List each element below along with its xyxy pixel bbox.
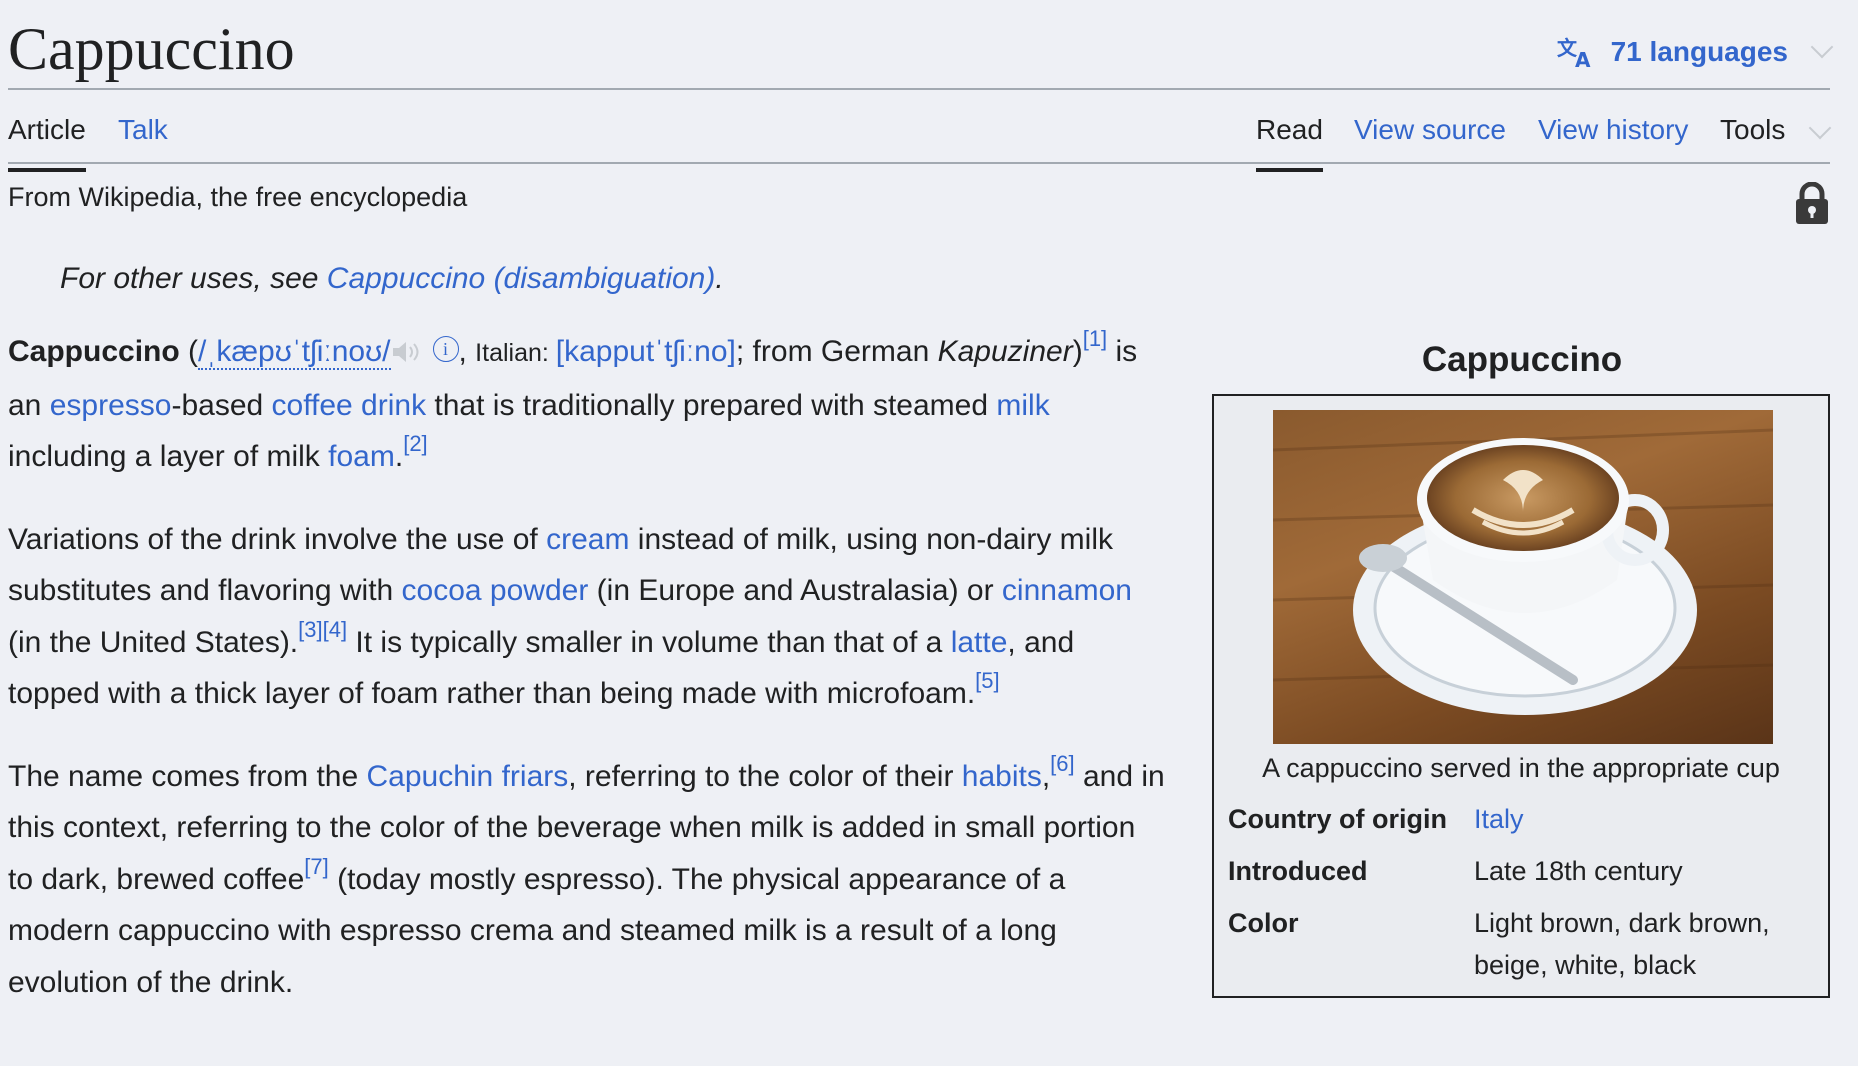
text: Variations of the drink involve the use … — [8, 522, 547, 556]
info-icon[interactable]: i — [432, 336, 459, 362]
text: . — [394, 440, 404, 473]
german-term: Kapuziner — [937, 335, 1073, 368]
infobox-value: Light brown, dark brown, beige, white, b… — [1474, 908, 1770, 980]
latte-link[interactable]: latte — [951, 626, 1008, 659]
text: including a layer of milk — [8, 440, 329, 473]
page-title: Cappuccino — [8, 16, 295, 82]
text: ( — [179, 335, 199, 368]
italy-link[interactable]: Italy — [1474, 798, 1814, 840]
italian-ipa-link[interactable]: [kapputˈtʃiːno] — [556, 335, 736, 368]
infobox-label: Introduced — [1228, 856, 1368, 886]
ipa-link[interactable]: /ˌkæpʊˈtʃiːnoʊ/ — [198, 335, 391, 370]
infobox-title: Cappuccino — [1421, 340, 1623, 379]
image-caption: A cappuccino served in the appropriate c… — [1262, 753, 1780, 783]
capuchin-friars-link[interactable]: Capuchin friars — [366, 760, 568, 793]
hatnote: For other uses, see Cappuccino (disambig… — [60, 262, 724, 296]
text: ) — [1072, 335, 1083, 368]
chevron-down-icon — [1810, 35, 1834, 59]
languages-button[interactable]: 文 A 71 languages — [1557, 32, 1834, 72]
speaker-icon[interactable] — [391, 341, 425, 363]
ref-5[interactable]: [5] — [975, 668, 999, 693]
hatnote-suffix: . — [715, 262, 724, 295]
coffee-drink-link[interactable]: coffee drink — [272, 389, 427, 422]
hatnote-text: For other uses, see — [60, 262, 327, 295]
tab-view-history[interactable]: View history — [1538, 110, 1688, 150]
text: (in Europe and Australasia) or — [588, 574, 1002, 607]
text: -based — [171, 388, 272, 422]
tab-article[interactable]: Article — [8, 110, 86, 172]
infobox-label: Country of origin — [1228, 804, 1447, 834]
ref-3[interactable]: [3] — [298, 617, 322, 642]
paragraph-variations: Variations of the drink involve the use … — [8, 514, 1168, 720]
text: , referring to the color of their — [568, 759, 962, 793]
cappuccino-photo[interactable] — [1273, 410, 1773, 744]
text: , — [1041, 759, 1051, 793]
text: The name comes from the — [8, 759, 367, 793]
ref-1[interactable]: [1] — [1083, 326, 1107, 351]
title-bar: Cappuccino 文 A 71 languages — [8, 0, 1834, 90]
infobox-value: Late 18th century — [1474, 856, 1683, 886]
article-body: Cappuccino (/ˌkæpʊˈtʃiːnoʊ/i, Italian: [… — [8, 326, 1168, 1039]
ref-7[interactable]: [7] — [304, 854, 328, 879]
tab-tools[interactable]: Tools — [1720, 110, 1785, 150]
cinnamon-link[interactable]: cinnamon — [1002, 574, 1132, 607]
ref-6[interactable]: [6] — [1050, 751, 1074, 776]
cocoa-powder-link[interactable]: cocoa powder — [402, 574, 589, 607]
espresso-link[interactable]: espresso — [50, 389, 172, 422]
svg-text:A: A — [1575, 48, 1591, 69]
italian-label: Italian: — [475, 339, 556, 367]
text: (in the United States). — [8, 625, 299, 659]
lead-term: Cappuccino — [8, 335, 180, 368]
infobox: A cappuccino served in the appropriate c… — [1212, 394, 1830, 998]
text: that is traditionally prepared with stea… — [426, 388, 997, 422]
text: It is typically smaller in volume than t… — [347, 625, 951, 659]
site-tagline: From Wikipedia, the free encyclopedia — [8, 182, 468, 212]
translate-icon: 文 A — [1557, 35, 1597, 69]
cream-link[interactable]: cream — [546, 523, 629, 556]
languages-label: 71 languages — [1610, 36, 1788, 67]
foam-link[interactable]: foam — [328, 440, 395, 473]
tab-view-source[interactable]: View source — [1354, 110, 1506, 150]
tab-read[interactable]: Read — [1256, 110, 1323, 172]
milk-link[interactable]: milk — [996, 389, 1049, 422]
ref-4[interactable]: [4] — [323, 617, 347, 642]
text: ; from German — [735, 335, 930, 368]
habits-link[interactable]: habits — [962, 760, 1042, 793]
lock-icon[interactable] — [1794, 182, 1830, 224]
chevron-down-icon[interactable] — [1808, 116, 1832, 140]
tab-talk[interactable]: Talk — [118, 110, 168, 150]
page-tabs: Article Talk Read View source View histo… — [8, 90, 1832, 172]
paragraph-name-origin: The name comes from the Capuchin friars,… — [8, 751, 1168, 1009]
infobox-label: Color — [1228, 908, 1299, 938]
disambiguation-link[interactable]: Cappuccino (disambiguation) — [327, 262, 716, 295]
ref-2[interactable]: [2] — [403, 431, 427, 456]
lead-paragraph: Cappuccino (/ˌkæpʊˈtʃiːnoʊ/i, Italian: [… — [8, 326, 1138, 474]
